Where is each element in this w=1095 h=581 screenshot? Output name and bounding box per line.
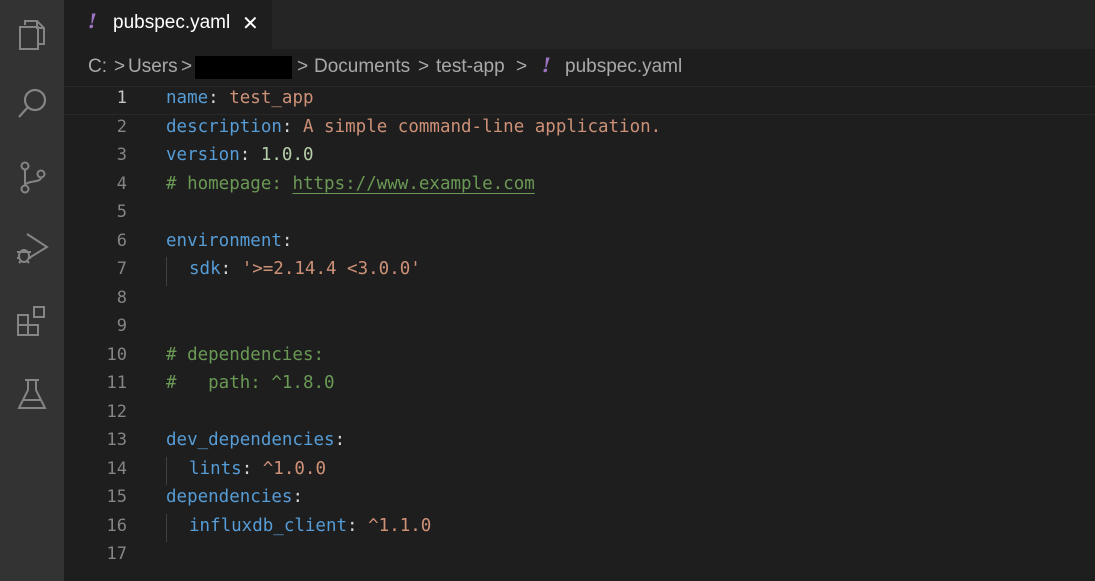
chevron-right-icon: > [418,56,430,77]
line-number: 9 [116,316,127,336]
code-editor[interactable]: 1 name: test_app 2 description: A simple… [64,86,1095,581]
line-number: 17 [106,544,127,564]
code-line: 5 [64,200,1095,229]
line-number: 5 [116,202,127,222]
redacted-username [195,56,292,79]
indent-guide [166,456,167,485]
breadcrumb: C: > Users > > Documents > test-app > ! … [64,49,1095,86]
chevron-right-icon: > [114,56,126,77]
code-text: lints: ^1.0.0 [189,458,326,479]
breadcrumb-drive[interactable]: C: [88,56,107,78]
code-line: 6 environment: [64,229,1095,258]
breadcrumb-file[interactable]: pubspec.yaml [565,56,682,78]
tab-bar: ! pubspec.yaml ✕ [64,0,1095,49]
line-number: 14 [106,458,127,479]
line-number: 7 [116,259,127,279]
code-line: 2 description: A simple command-line app… [64,115,1095,144]
breadcrumb-users[interactable]: Users [128,56,178,78]
code-line: 4 # homepage: https://www.example.com [64,172,1095,201]
close-icon[interactable]: ✕ [242,11,259,36]
line-number: 16 [106,515,127,536]
line-number: 1 [116,88,127,108]
line-number: 2 [116,116,127,137]
breadcrumb-test-app[interactable]: test-app [436,56,505,78]
code-text: dev_dependencies: [166,430,346,450]
indent-guide [166,257,167,286]
line-number: 15 [106,487,127,507]
code-line: 8 [64,286,1095,315]
search-icon[interactable] [0,76,64,132]
line-number: 8 [116,287,127,308]
code-line: 13 dev_dependencies: [64,428,1095,457]
code-line: 12 [64,400,1095,429]
code-line: 1 name: test_app [64,86,1095,115]
code-line: 7 sdk: '>=2.14.4 <3.0.0' [64,257,1095,286]
code-line: 15 dependencies: [64,485,1095,514]
code-text: influxdb_client: ^1.1.0 [189,515,432,536]
line-number: 12 [106,401,127,422]
testing-icon[interactable] [0,366,64,422]
source-control-icon[interactable] [0,149,64,205]
line-number: 3 [116,145,127,165]
line-number: 6 [116,230,127,251]
run-debug-icon[interactable] [0,219,64,275]
code-line: 11 # path: ^1.8.0 [64,371,1095,400]
code-comment: # path: ^1.8.0 [166,373,335,393]
yaml-file-icon: ! [542,53,551,77]
code-text: environment: [166,230,293,251]
code-line: 16 influxdb_client: ^1.1.0 [64,513,1095,542]
line-number: 13 [106,430,127,450]
chevron-right-icon: > [516,56,528,77]
chevron-right-icon: > [181,56,193,77]
code-text: sdk: '>=2.14.4 <3.0.0' [189,259,421,279]
yaml-file-icon: ! [88,9,97,33]
extensions-icon[interactable] [0,293,64,349]
code-line: 3 version: 1.0.0 [64,143,1095,172]
code-line: 14 lints: ^1.0.0 [64,456,1095,485]
line-number: 4 [116,173,127,194]
code-text: name: test_app [166,88,314,108]
code-line: 10 # dependencies: [64,343,1095,372]
tab-pubspec-yaml[interactable]: ! pubspec.yaml ✕ [64,0,272,49]
line-number: 10 [106,344,127,365]
indent-guide [166,513,167,542]
code-comment: # dependencies: [166,344,325,365]
code-text: dependencies: [166,487,303,507]
activity-bar [0,0,64,581]
code-line: 17 [64,542,1095,571]
line-number: 11 [106,373,127,393]
chevron-right-icon: > [297,56,309,77]
code-comment: # homepage: https://www.example.com [166,173,535,194]
breadcrumb-documents[interactable]: Documents [314,56,410,78]
code-text: version: 1.0.0 [166,145,314,165]
tab-label: pubspec.yaml [113,12,231,33]
code-line: 9 [64,314,1095,343]
url-link[interactable]: https://www.example.com [292,174,534,194]
code-text: description: A simple command-line appli… [166,116,662,137]
vscode-window: ! pubspec.yaml ✕ C: > Users > > Document… [0,0,1095,581]
explorer-icon[interactable] [0,6,64,62]
